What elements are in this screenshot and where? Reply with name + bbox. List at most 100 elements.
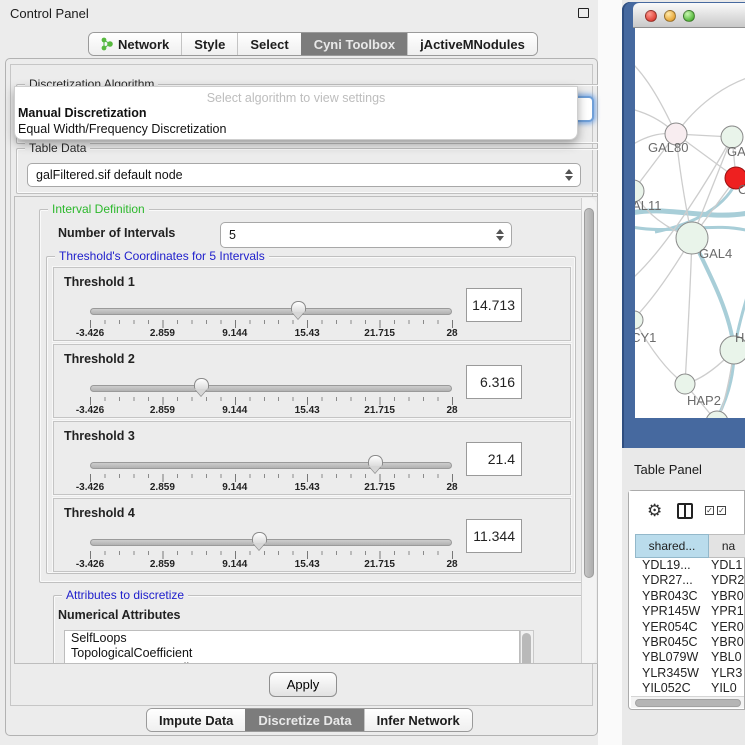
threshold-slider-track[interactable] <box>90 308 452 315</box>
name-cell[interactable]: YPR1 <box>711 604 745 619</box>
tab-jactivemnodules[interactable]: jActiveMNodules <box>407 33 537 55</box>
threshold-panel-2: Threshold 2-3.4262.8599.14415.4321.71528… <box>53 344 571 418</box>
tick-label: -3.426 <box>76 559 104 570</box>
algorithm-popup-hint: Select algorithm to view settings <box>15 91 577 105</box>
threshold-value-field[interactable]: 14.713 <box>466 288 522 322</box>
tick-label: 28 <box>446 559 457 570</box>
table-row[interactable]: YBR045CYBR0 <box>635 635 745 650</box>
tick-label: 9.144 <box>222 482 247 493</box>
table-row[interactable]: YDR27...YDR2 <box>635 573 745 588</box>
shared-name-cell[interactable]: YBR045C <box>635 635 711 650</box>
threshold-panel-1: Threshold 1-3.4262.8599.14415.4321.71528… <box>53 267 571 341</box>
checkbox-icon[interactable]: ✓ <box>705 506 714 515</box>
table-row[interactable]: YBL079WYBL0 <box>635 650 745 665</box>
threshold-slider-thumb[interactable] <box>291 301 306 319</box>
threshold-slider-track[interactable] <box>90 539 452 546</box>
table-data-label: Table Data <box>25 141 90 155</box>
shared-name-cell[interactable]: YER054C <box>635 620 711 635</box>
name-cell[interactable]: YER0 <box>711 620 745 635</box>
settings-scroll-thumb[interactable] <box>584 208 594 578</box>
show-columns-icon[interactable] <box>677 503 693 519</box>
attribute-item[interactable]: BetweennessCentrality <box>65 661 519 664</box>
column-header-shared-name[interactable]: shared... <box>635 534 709 558</box>
shared-name-cell[interactable]: YPR145W <box>635 604 711 619</box>
numerical-attributes-list[interactable]: SelfLoopsTopologicalCoefficientBetweenne… <box>64 630 520 664</box>
popup-item-equal-width[interactable]: Equal Width/Frequency Discretization <box>18 122 226 136</box>
tab-cyni-toolbox[interactable]: Cyni Toolbox <box>301 33 407 55</box>
tab-infer-network[interactable]: Infer Network <box>364 709 472 731</box>
threshold-value-field[interactable]: 6.316 <box>466 365 522 399</box>
threshold-label: Threshold 2 <box>64 352 135 366</box>
threshold-label: Threshold 3 <box>64 429 135 443</box>
tick-label: 15.43 <box>295 482 320 493</box>
table-row[interactable]: YIL052CYIL0 <box>635 681 745 694</box>
node-label: GAL11 <box>635 198 662 213</box>
table-row[interactable]: YPR145WYPR1 <box>635 604 745 619</box>
shared-name-cell[interactable]: YBR043C <box>635 589 711 604</box>
attribute-item[interactable]: TopologicalCoefficient <box>65 646 519 661</box>
zoom-traffic-light-icon[interactable] <box>683 10 695 22</box>
network-edge[interactable] <box>676 76 745 134</box>
table-row[interactable]: YDL19...YDL1 <box>635 558 745 573</box>
name-cell[interactable]: YBR0 <box>711 635 745 650</box>
tick-label: 21.715 <box>364 328 395 339</box>
threshold-slider-thumb[interactable] <box>252 532 267 550</box>
column-header-name[interactable]: na <box>709 534 745 558</box>
gear-icon[interactable]: ⚙ <box>647 501 662 521</box>
attributes-list-scrollbar[interactable] <box>520 630 534 664</box>
name-cell[interactable]: YBR0 <box>711 589 745 604</box>
attribute-item[interactable]: SelfLoops <box>65 631 519 646</box>
table-data-combobox[interactable]: galFiltered.sif default node <box>27 163 581 187</box>
name-cell[interactable]: YIL0 <box>711 681 745 694</box>
table-row[interactable]: YER054CYER0 <box>635 620 745 635</box>
tab-style[interactable]: Style <box>181 33 237 55</box>
minimize-traffic-light-icon[interactable] <box>664 10 676 22</box>
name-cell[interactable]: YBL0 <box>711 650 745 665</box>
network-node[interactable] <box>635 311 643 329</box>
threshold-slider-track[interactable] <box>90 462 452 469</box>
panel-divider[interactable] <box>598 0 622 745</box>
shared-name-cell[interactable]: YDL19... <box>635 558 711 573</box>
shared-name-cell[interactable]: YIL052C <box>635 681 711 694</box>
close-traffic-light-icon[interactable] <box>645 10 657 22</box>
popup-item-manual-discretization[interactable]: Manual Discretization <box>18 106 147 120</box>
network-edge[interactable] <box>635 58 676 134</box>
name-cell[interactable]: YDR2 <box>711 573 745 588</box>
number-of-intervals-label: Number of Intervals <box>58 226 175 240</box>
algorithm-popup: Select algorithm to view settings Manual… <box>14 86 578 140</box>
attributes-scroll-thumb[interactable] <box>522 633 531 664</box>
apply-button[interactable]: Apply <box>269 672 337 697</box>
float-window-icon[interactable] <box>578 8 589 18</box>
threshold-value-field[interactable]: 21.4 <box>466 442 522 476</box>
number-of-intervals-spinner[interactable]: 5 <box>220 222 512 248</box>
threshold-slider-thumb[interactable] <box>194 378 209 396</box>
tab-network[interactable]: Network <box>89 33 181 55</box>
shared-name-cell[interactable]: YBL079W <box>635 650 711 665</box>
tab-discretize-data[interactable]: Discretize Data <box>245 709 363 731</box>
table-row[interactable]: YLR345WYLR3 <box>635 666 745 681</box>
settings-vertical-scrollbar[interactable] <box>581 198 596 664</box>
name-cell[interactable]: YDL1 <box>711 558 745 573</box>
network-window-titlebar[interactable] <box>633 3 745 28</box>
name-cell[interactable]: YLR3 <box>711 666 745 681</box>
tab-impute-data[interactable]: Impute Data <box>147 709 245 731</box>
shared-name-cell[interactable]: YDR27... <box>635 573 711 588</box>
tab-select[interactable]: Select <box>237 33 300 55</box>
network-node[interactable] <box>675 374 695 394</box>
threshold-slider-track[interactable] <box>90 385 452 392</box>
tick-label: 28 <box>446 328 457 339</box>
table-horizontal-scrollbar[interactable] <box>631 696 744 708</box>
table-row[interactable]: YBR043CYBR0 <box>635 589 745 604</box>
shared-name-cell[interactable]: YLR345W <box>635 666 711 681</box>
table-hscroll-thumb[interactable] <box>635 699 741 707</box>
tab-label: Infer Network <box>377 713 460 728</box>
network-canvas[interactable]: GAL80GACGAL11GAL4GCY1HHAP2 <box>635 28 745 418</box>
table-header-row: shared... na <box>635 534 745 558</box>
tab-label: Select <box>250 37 288 52</box>
threshold-slider-thumb[interactable] <box>368 455 383 473</box>
tab-label: Impute Data <box>159 713 233 728</box>
network-edge[interactable] <box>685 238 692 384</box>
tick-label: 2.859 <box>150 328 175 339</box>
threshold-value-field[interactable]: 11.344 <box>466 519 522 553</box>
checkbox-icon[interactable]: ✓ <box>717 506 726 515</box>
